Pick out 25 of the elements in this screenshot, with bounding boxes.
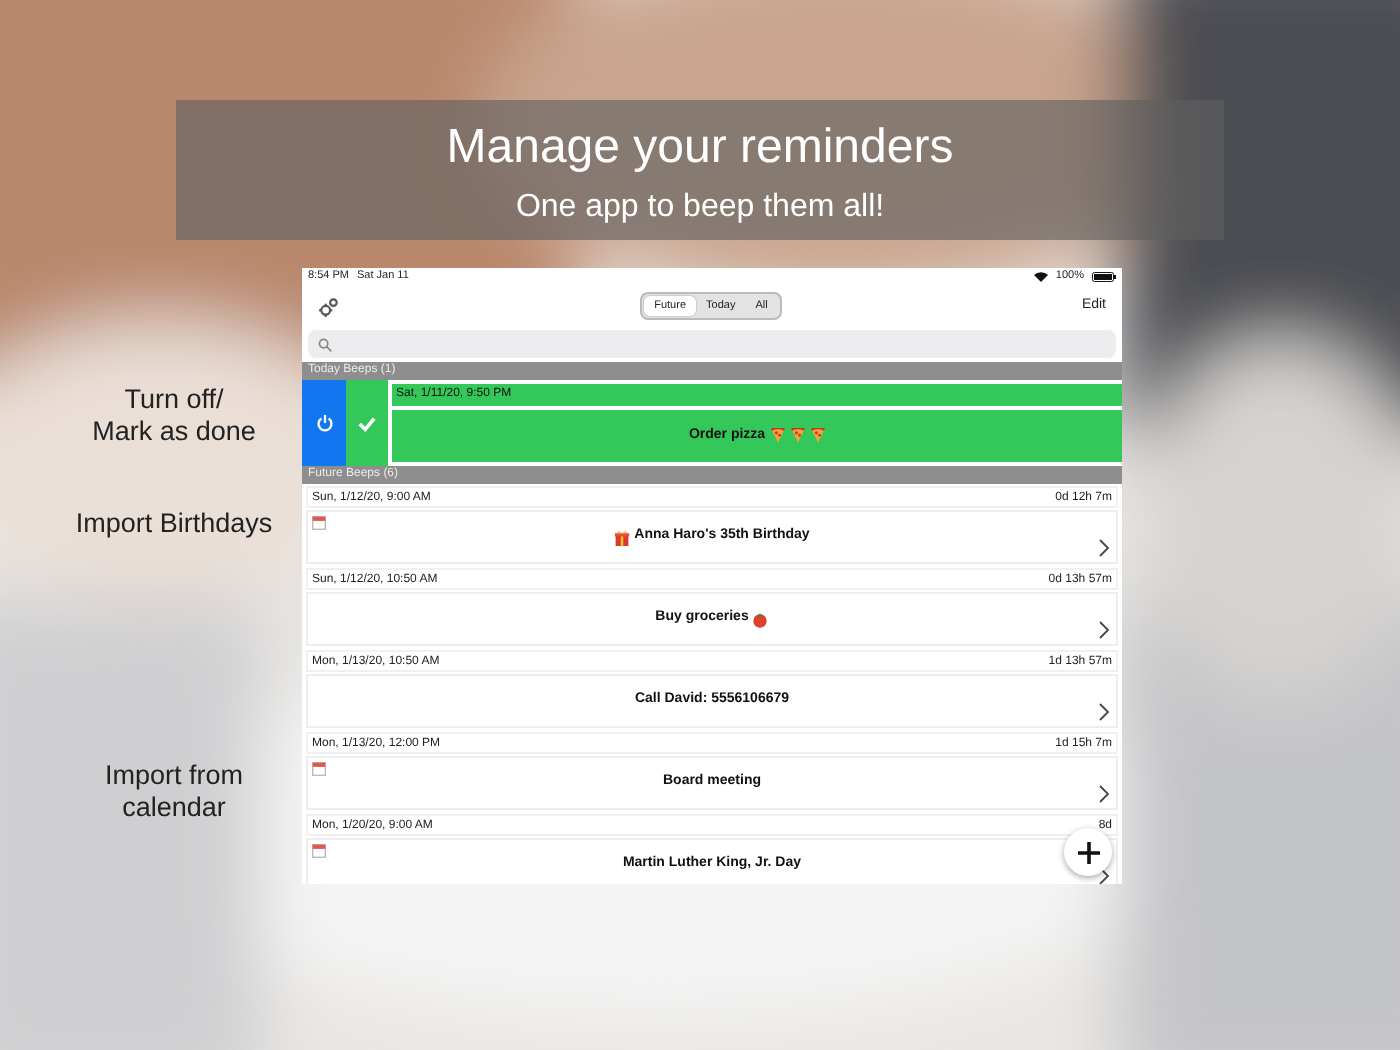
power-icon	[315, 414, 333, 432]
callout-text: Turn off/ Mark as done	[90, 384, 258, 448]
plus-icon	[1077, 841, 1099, 863]
chevron-icon[interactable]	[1098, 866, 1110, 884]
chevron-icon[interactable]	[1098, 620, 1110, 640]
pizza-icon	[789, 428, 806, 444]
checkmark-icon	[358, 415, 376, 431]
chevron-icon[interactable]	[1098, 538, 1110, 558]
banner-subtitle: One app to beep them all!	[513, 188, 887, 228]
battery-icon	[1092, 272, 1116, 282]
settings-icon[interactable]	[318, 295, 340, 317]
gift-icon	[614, 529, 631, 545]
add-button[interactable]	[1064, 828, 1112, 876]
pizza-icon	[769, 428, 786, 444]
chevron-icon[interactable]	[1098, 702, 1110, 722]
callout-text: Import from calendar	[102, 760, 245, 824]
banner-title: Manage your reminders	[444, 118, 956, 176]
tomato-icon	[752, 611, 769, 627]
wifi-icon	[1033, 272, 1048, 282]
search-field[interactable]	[308, 330, 1116, 358]
chevron-icon[interactable]	[1098, 784, 1110, 804]
search-icon	[318, 337, 332, 351]
turn-off-button[interactable]	[302, 380, 346, 466]
callout-text: Import Birthdays	[73, 508, 275, 540]
pizza-icon	[809, 428, 826, 444]
